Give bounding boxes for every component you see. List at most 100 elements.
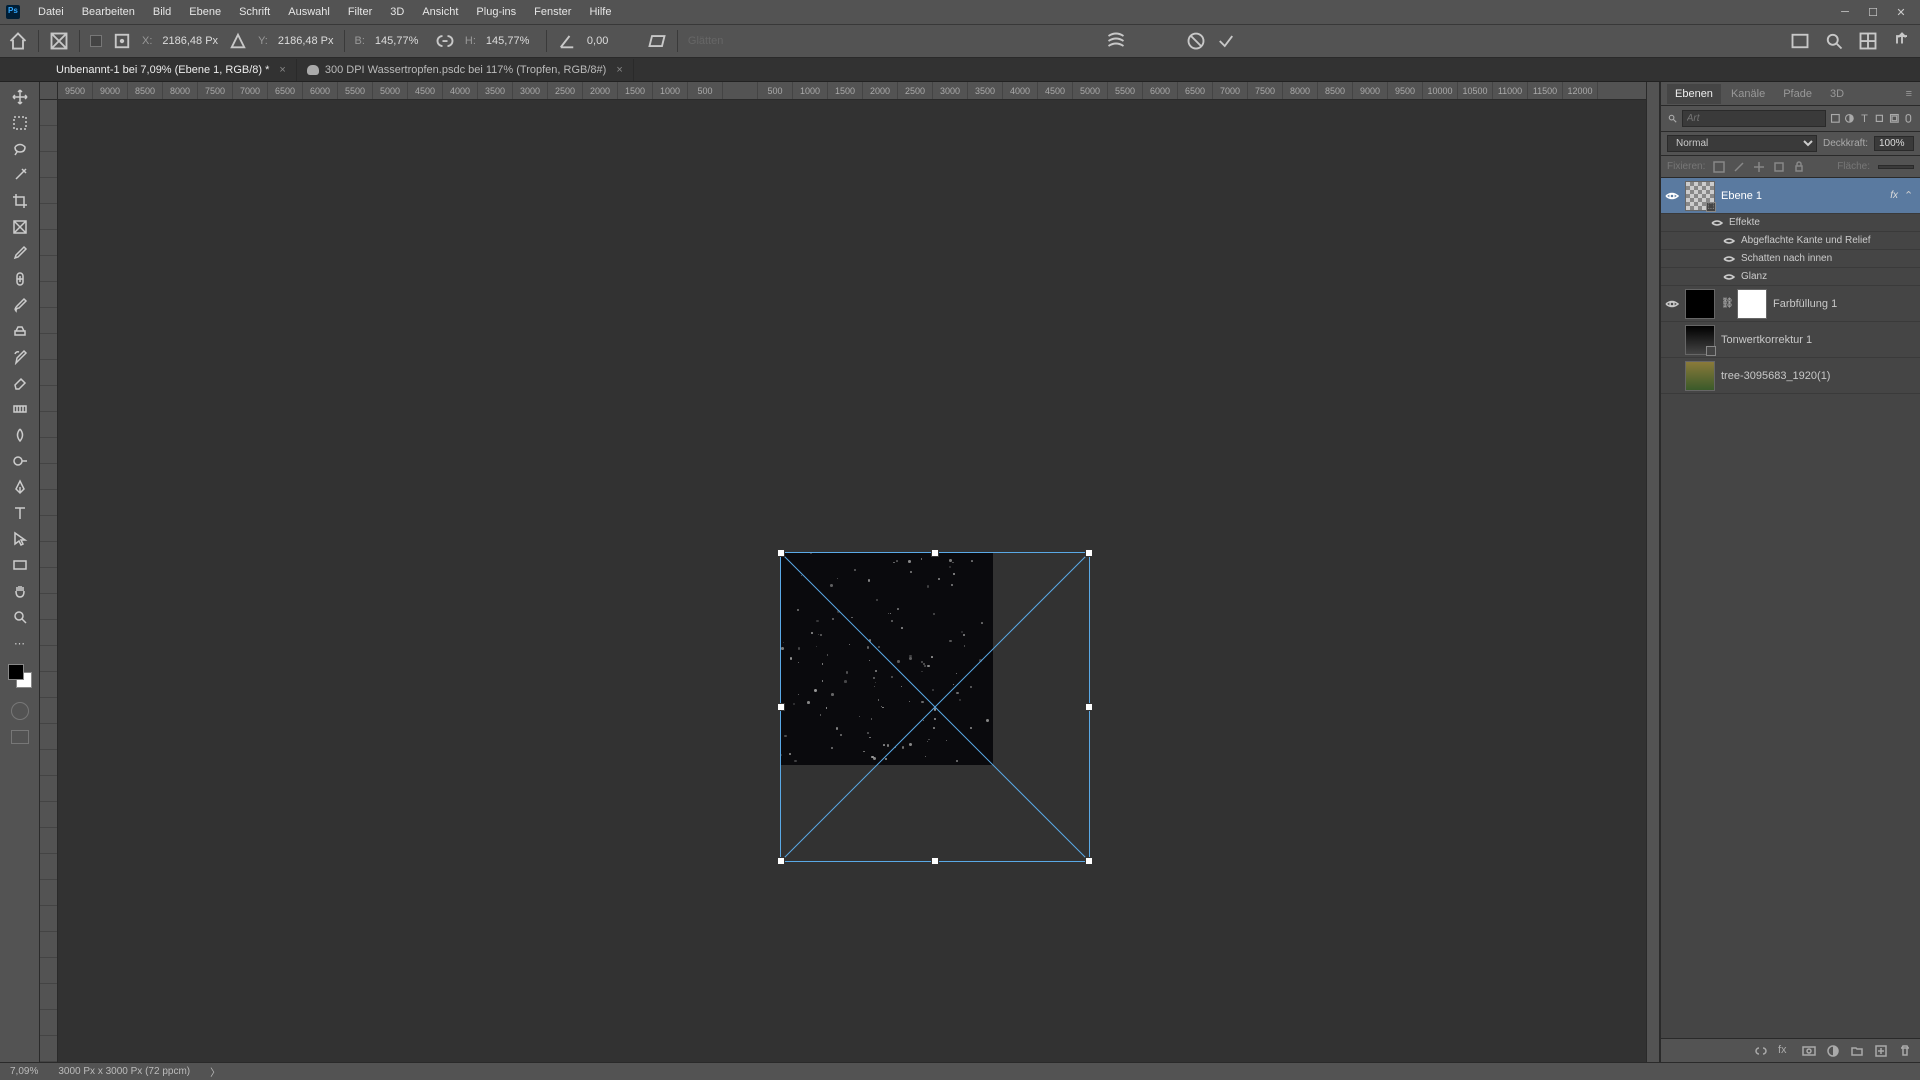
path-selection-tool[interactable] [7,528,33,550]
lock-artboard-icon[interactable] [1773,161,1785,173]
menu-schrift[interactable]: Schrift [231,3,278,21]
handle-se[interactable] [1085,857,1093,865]
adjustment-layer-icon[interactable] [1826,1044,1840,1058]
close-button[interactable]: ✕ [1888,3,1914,21]
eraser-tool[interactable] [7,372,33,394]
pen-tool[interactable] [7,476,33,498]
effect-inner-shadow[interactable]: Schatten nach innen [1661,250,1920,268]
x-value[interactable]: 2186,48 Px [162,35,218,47]
cloud-docs-icon[interactable] [1790,31,1810,51]
crop-tool[interactable] [7,190,33,212]
tab-pfade[interactable]: Pfade [1775,84,1820,104]
filter-type-icon[interactable]: T [1859,112,1870,126]
lock-transparency-icon[interactable] [1713,161,1725,173]
doc-info[interactable]: 3000 Px x 3000 Px (72 ppcm) [58,1066,190,1077]
commit-transform-icon[interactable] [1216,31,1236,51]
tab-ebenen[interactable]: Ebenen [1667,84,1721,104]
handle-s[interactable] [931,857,939,865]
share-icon[interactable] [1892,31,1912,51]
menu-bild[interactable]: Bild [145,3,179,21]
lock-all-icon[interactable] [1793,161,1805,173]
screen-mode-icon[interactable] [11,730,29,744]
menu-datei[interactable]: Datei [30,3,72,21]
layer-name[interactable]: Tonwertkorrektur 1 [1721,334,1916,346]
minimize-button[interactable]: ─ [1832,3,1858,21]
clone-stamp-tool[interactable] [7,320,33,342]
rectangle-tool[interactable] [7,554,33,576]
handle-sw[interactable] [777,857,785,865]
menu-ebene[interactable]: Ebene [181,3,229,21]
lock-pixels-icon[interactable] [1733,161,1745,173]
filter-shape-icon[interactable] [1874,112,1885,126]
layer-style-icon[interactable]: fx [1778,1044,1792,1058]
warp-mode-icon[interactable] [1106,31,1126,51]
type-tool[interactable] [7,502,33,524]
healing-brush-tool[interactable] [7,268,33,290]
lasso-tool[interactable] [7,138,33,160]
maximize-button[interactable]: ☐ [1860,3,1886,21]
reference-point-icon[interactable] [112,31,132,51]
visibility-toggle[interactable] [1723,253,1735,265]
layer-filter-input[interactable] [1682,110,1826,127]
layer-tonwertkorrektur[interactable]: Tonwertkorrektur 1 [1661,322,1920,358]
menu-filter[interactable]: Filter [340,3,380,21]
group-icon[interactable] [1850,1044,1864,1058]
foreground-color-swatch[interactable] [8,664,24,680]
marquee-tool[interactable] [7,112,33,134]
zoom-tool[interactable] [7,606,33,628]
menu-ansicht[interactable]: Ansicht [414,3,466,21]
magic-wand-tool[interactable] [7,164,33,186]
layer-farbfuellung[interactable]: ⛓ Farbfüllung 1 [1661,286,1920,322]
effect-satin[interactable]: Glanz [1661,268,1920,286]
effects-header[interactable]: Effekte [1661,214,1920,232]
menu-3d[interactable]: 3D [382,3,412,21]
zoom-level[interactable]: 7,09% [10,1066,38,1077]
brush-tool[interactable] [7,294,33,316]
y-value[interactable]: 2186,48 Px [278,35,334,47]
h-value[interactable]: 145,77% [486,35,536,47]
home-icon[interactable] [8,31,28,51]
handle-nw[interactable] [777,549,785,557]
tab-kanaele[interactable]: Kanäle [1723,84,1773,104]
workspace-icon[interactable] [1858,31,1878,51]
visibility-toggle[interactable] [1665,189,1679,203]
new-layer-icon[interactable] [1874,1044,1888,1058]
fill-thumbnail[interactable] [1685,289,1715,319]
menu-hilfe[interactable]: Hilfe [581,3,619,21]
transform-tool-icon[interactable] [49,31,69,51]
vertical-ruler[interactable] [40,100,58,1062]
edit-toolbar-icon[interactable]: ⋯ [7,632,33,654]
document-tab-1[interactable]: Unbenannt-1 bei 7,09% (Ebene 1, RGB/8) *… [46,59,297,81]
ruler-origin[interactable] [40,82,58,100]
filter-smart-icon[interactable] [1889,112,1900,126]
blend-mode-select[interactable]: Normal [1667,135,1817,152]
delete-layer-icon[interactable] [1898,1044,1912,1058]
eyedropper-tool[interactable] [7,242,33,264]
menu-plugins[interactable]: Plug-ins [468,3,524,21]
document-tab-2[interactable]: 300 DPI Wassertropfen.psdc bei 117% (Tro… [297,59,634,81]
skew-h-icon[interactable] [647,31,667,51]
opacity-value[interactable]: 100% [1874,136,1914,151]
fx-badge[interactable]: fx [1890,190,1898,201]
menu-bearbeiten[interactable]: Bearbeiten [74,3,143,21]
layer-ebene-1[interactable]: ⬚ Ebene 1 fx ⌃ [1661,178,1920,214]
effect-bevel[interactable]: Abgeflachte Kante und Relief [1661,232,1920,250]
adjustment-thumbnail[interactable] [1685,325,1715,355]
panel-menu-icon[interactable]: ≡ [1898,84,1920,104]
handle-e[interactable] [1085,703,1093,711]
filter-pixel-icon[interactable] [1830,112,1841,126]
layer-tree[interactable]: tree-3095683_1920(1) [1661,358,1920,394]
lock-position-icon[interactable] [1753,161,1765,173]
layer-thumbnail[interactable]: ⬚ [1685,181,1715,211]
layer-thumbnail[interactable] [1685,361,1715,391]
transform-bounding-box[interactable] [780,552,1090,862]
frame-tool[interactable] [7,216,33,238]
rotation-value[interactable]: 0,00 [587,35,637,47]
layer-name[interactable]: Farbfüllung 1 [1773,298,1916,310]
gradient-tool[interactable] [7,398,33,420]
quick-mask-icon[interactable] [11,702,29,720]
collapsed-panel-strip[interactable] [1646,82,1660,1062]
canvas-area[interactable]: 9500900085008000750070006500600055005000… [40,82,1646,1062]
mask-thumbnail[interactable] [1737,289,1767,319]
visibility-toggle[interactable] [1711,217,1723,229]
